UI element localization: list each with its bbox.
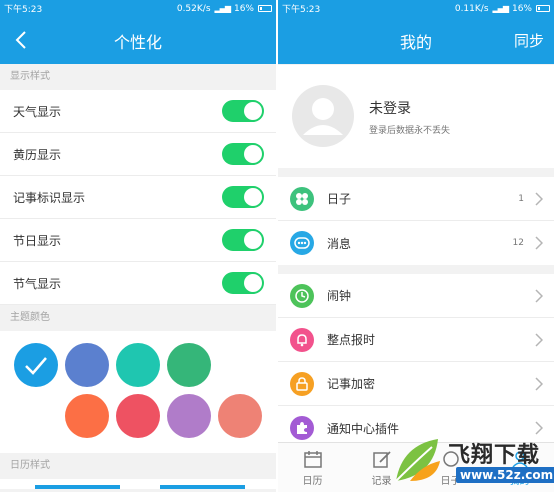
status-bar: 下午5:23 0.52K/s ▂▄▆ 16%: [0, 0, 276, 17]
menu-item-label: 消息: [327, 236, 352, 251]
color-swatch[interactable]: [65, 343, 109, 387]
menu-item-label: 整点报时: [327, 333, 376, 347]
chevron-left-icon: [15, 31, 26, 49]
clock-icon: [290, 283, 314, 308]
message-icon: [290, 231, 314, 255]
bell-icon: [290, 327, 314, 352]
leaf-logo-icon: [395, 439, 440, 482]
chevron-right-icon: [535, 289, 543, 303]
my-screen: 下午5:23 0.11K/s ▂▄▆ 16% 我的 同步 未登录 登录后数据永不…: [278, 0, 554, 492]
chevron-right-icon: [535, 377, 543, 391]
color-swatch[interactable]: [167, 343, 211, 387]
lock-icon: [290, 371, 314, 396]
menu-group-primary: 日子 1 消息 12: [278, 177, 554, 265]
toggle-knob: [244, 145, 262, 163]
menu-item[interactable]: 消息 12: [278, 221, 554, 265]
watermark-logo: 飞翔下载 www.52z.com: [392, 433, 554, 489]
network-speed: 0.52K/s: [176, 3, 211, 14]
setting-row: 节日显示: [0, 219, 276, 262]
page-title: 我的: [399, 32, 432, 52]
toggle-knob: [244, 188, 262, 206]
back-button[interactable]: [12, 29, 32, 51]
chevron-right-icon: [535, 333, 543, 347]
chevron-right-icon: [535, 192, 543, 206]
menu-item-label: 通知中心插件: [327, 421, 400, 436]
toggle-switch[interactable]: [222, 100, 264, 122]
menu-item-label: 记事加密: [327, 377, 376, 391]
setting-label: 记事标识显示: [13, 190, 86, 205]
chevron-right-icon: [535, 236, 543, 250]
menu-item-label: 闹钟: [327, 289, 352, 303]
calendar-style-header: 日历样式: [0, 453, 276, 479]
battery-percent: 16%: [511, 3, 532, 14]
status-time: 下午5:23: [282, 5, 321, 15]
menu-group-tools: 闹钟整点报时记事加密通知中心插件: [278, 274, 554, 450]
edit-icon: [372, 449, 392, 469]
login-hint: 登录后数据永不丢失: [369, 126, 451, 136]
login-status: 未登录: [369, 101, 411, 117]
battery-icon: [258, 5, 272, 12]
toggle-switch[interactable]: [222, 229, 264, 251]
network-speed: 0.11K/s: [454, 3, 489, 14]
sync-button[interactable]: 同步: [514, 30, 544, 51]
toggle-knob: [244, 231, 262, 249]
calendar-style-option[interactable]: [160, 485, 245, 489]
color-swatch[interactable]: [65, 394, 109, 438]
theme-color-panel: [0, 331, 276, 453]
setting-row: 天气显示: [0, 90, 276, 133]
clover-icon: [290, 186, 314, 211]
toggle-switch[interactable]: [222, 272, 264, 294]
battery-icon: [536, 5, 550, 12]
title-bar: 我的 同步: [278, 17, 554, 64]
color-swatch[interactable]: [167, 394, 211, 438]
menu-item[interactable]: 整点报时: [278, 318, 554, 362]
calendar-style-option[interactable]: [35, 485, 120, 489]
profile-card[interactable]: 未登录 登录后数据永不丢失: [278, 65, 554, 168]
calendar-icon: [303, 449, 323, 469]
color-swatch[interactable]: [116, 394, 160, 438]
theme-color-header: 主题颜色: [0, 305, 276, 331]
status-time: 下午5:23: [4, 5, 43, 15]
setting-label: 节气显示: [13, 276, 62, 291]
check-icon: [25, 357, 47, 375]
setting-label: 黄历显示: [13, 147, 62, 162]
setting-row: 节气显示: [0, 262, 276, 305]
watermark-title: 飞翔下载: [448, 443, 541, 468]
battery-percent: 16%: [233, 3, 254, 14]
avatar[interactable]: [292, 85, 354, 147]
setting-row: 记事标识显示: [0, 176, 276, 219]
page-title: 个性化: [113, 32, 162, 52]
status-bar: 下午5:23 0.11K/s ▂▄▆ 16%: [278, 0, 554, 17]
menu-item[interactable]: 日子 1: [278, 177, 554, 221]
title-bar: 个性化: [0, 17, 276, 64]
menu-item-count: 1: [518, 193, 524, 204]
display-settings-list: 天气显示黄历显示记事标识显示 节日显示节气显示: [0, 90, 276, 305]
toggle-switch[interactable]: [222, 143, 264, 165]
watermark-url: www.52z.com: [456, 467, 554, 483]
menu-item[interactable]: 闹钟: [278, 274, 554, 318]
color-swatch[interactable]: [14, 343, 58, 387]
tab-item[interactable]: 日历: [278, 443, 347, 492]
menu-item-count: 12: [512, 238, 524, 248]
setting-label: 天气显示: [13, 104, 62, 119]
signal-icon: ▂▄▆: [492, 4, 510, 13]
toggle-knob: [244, 274, 262, 292]
color-swatch[interactable]: [116, 343, 160, 387]
signal-icon: ▂▄▆: [214, 4, 232, 13]
color-swatch[interactable]: [218, 394, 262, 438]
tab-label: 记录: [371, 475, 392, 487]
personalization-screen: 下午5:23 0.52K/s ▂▄▆ 16% 个性化 显示样式 天气显示黄历显示…: [0, 0, 276, 492]
toggle-switch[interactable]: [222, 186, 264, 208]
person-icon: [303, 98, 343, 135]
setting-label: 节日显示: [13, 233, 62, 248]
toggle-knob: [244, 102, 262, 120]
menu-item-label: 日子: [327, 192, 352, 206]
display-style-header: 显示样式: [0, 64, 276, 90]
tab-label: 日历: [302, 475, 323, 487]
menu-item[interactable]: 记事加密: [278, 362, 554, 406]
puzzle-icon: [290, 416, 314, 440]
setting-row: 黄历显示: [0, 133, 276, 176]
calendar-style-options: [0, 479, 276, 489]
